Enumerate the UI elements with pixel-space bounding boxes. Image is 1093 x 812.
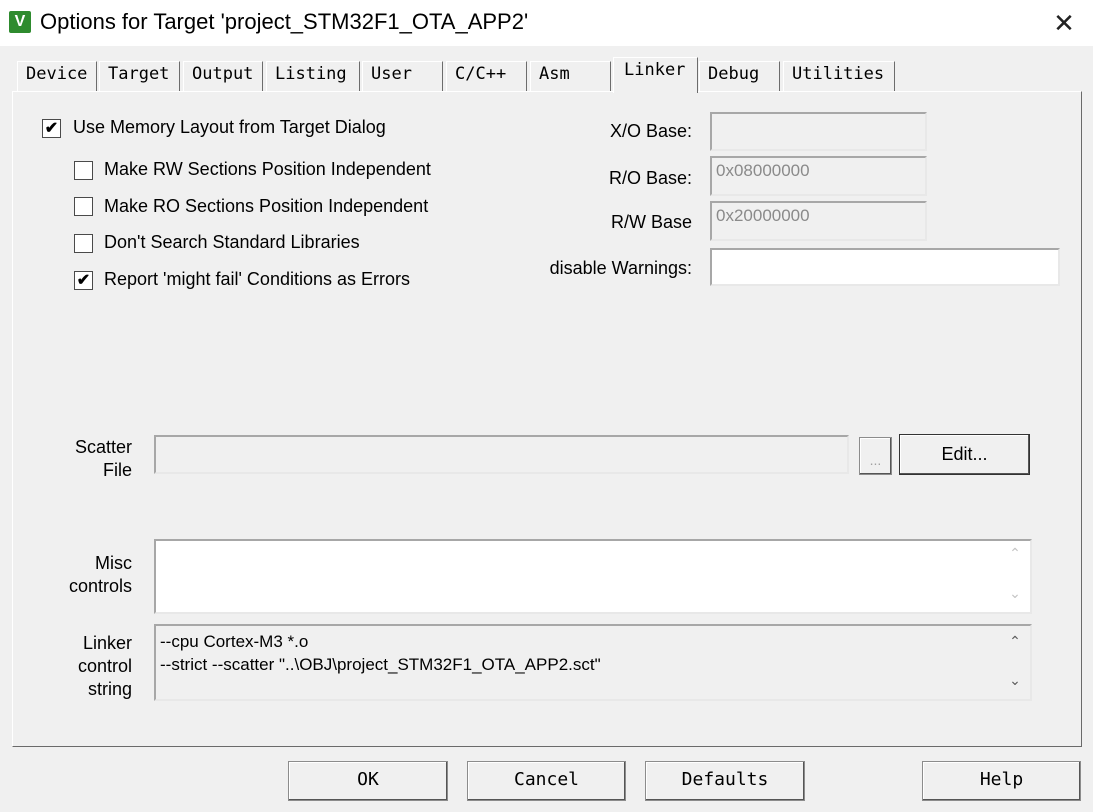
scatter-label-line1: Scatter: [74, 437, 132, 457]
disable-warnings-label: disable Warnings:: [549, 258, 692, 278]
defaults-button[interactable]: Defaults: [645, 761, 805, 801]
dont-search-libraries-checkbox[interactable]: [74, 234, 93, 253]
linker-control-string-field[interactable]: --cpu Cortex-M3 *.o --strict --scatter "…: [154, 624, 1032, 701]
xo-base-label: X/O Base:: [609, 121, 692, 141]
misc-scroll-up-icon[interactable]: ⌃: [1006, 545, 1024, 562]
tab-utilities[interactable]: Utilities: [783, 61, 895, 92]
window-title: Options for Target 'project_STM32F1_OTA_…: [40, 9, 529, 34]
linker-scroll-down-icon[interactable]: ⌄: [1006, 672, 1024, 689]
misc-label-line1: Misc: [95, 553, 132, 573]
disable-warnings-field[interactable]: [710, 248, 1060, 286]
rw-base-field[interactable]: 0x20000000: [710, 201, 927, 241]
linker-string-line2: --strict --scatter "..\OBJ\project_STM32…: [160, 655, 601, 674]
linker-label-line1: Linker: [82, 633, 132, 653]
tab-c-cpp[interactable]: C/C++: [446, 61, 527, 92]
ro-base-field[interactable]: 0x08000000: [710, 156, 927, 196]
linker-label-line2: control: [77, 656, 132, 676]
report-might-fail-label: Report 'might fail' Conditions as Errors: [104, 269, 410, 289]
misc-controls-label: Misc controls: [40, 552, 132, 598]
dont-search-libraries-label: Don't Search Standard Libraries: [104, 232, 360, 252]
linker-string-line1: --cpu Cortex-M3 *.o: [160, 632, 309, 651]
rw-position-independent-label: Make RW Sections Position Independent: [104, 159, 431, 179]
misc-scroll-down-icon[interactable]: ⌄: [1006, 585, 1024, 602]
misc-label-line2: controls: [68, 576, 132, 596]
tab-target[interactable]: Target: [99, 61, 180, 92]
ro-position-independent-checkbox[interactable]: [74, 197, 93, 216]
linker-control-string-label: Linker control string: [40, 632, 132, 701]
scatter-edit-button[interactable]: Edit...: [899, 434, 1030, 475]
tab-asm[interactable]: Asm: [530, 61, 611, 92]
xo-base-field[interactable]: [710, 112, 927, 151]
close-icon[interactable]: ✕: [1045, 6, 1083, 40]
scatter-file-field[interactable]: [154, 435, 849, 474]
ok-button[interactable]: OK: [288, 761, 448, 801]
ro-position-independent-label: Make RO Sections Position Independent: [104, 196, 429, 216]
tab-debug[interactable]: Debug: [699, 61, 780, 92]
use-memory-layout-checkbox[interactable]: ✔: [42, 119, 61, 138]
scatter-label-line2: File: [102, 460, 132, 480]
tab-output[interactable]: Output: [183, 61, 263, 92]
tab-user[interactable]: User: [362, 61, 443, 92]
help-button[interactable]: Help: [922, 761, 1081, 801]
rw-base-label: R/W Base: [610, 212, 692, 232]
tab-device[interactable]: Device: [17, 61, 97, 92]
tab-listing[interactable]: Listing: [266, 61, 360, 92]
rw-position-independent-checkbox[interactable]: [74, 161, 93, 180]
use-memory-layout-label: Use Memory Layout from Target Dialog: [73, 117, 386, 137]
tab-linker[interactable]: Linker: [613, 57, 698, 93]
scatter-browse-button[interactable]: ...: [859, 437, 892, 475]
cancel-button[interactable]: Cancel: [467, 761, 626, 801]
misc-controls-field[interactable]: [154, 539, 1032, 614]
linker-scroll-up-icon[interactable]: ⌃: [1006, 633, 1024, 650]
ro-base-label: R/O Base:: [608, 168, 692, 188]
scatter-file-label: Scatter File: [40, 436, 132, 482]
keil-app-icon: V: [9, 11, 31, 33]
report-might-fail-checkbox[interactable]: ✔: [74, 271, 93, 290]
linker-label-line3: string: [87, 679, 132, 699]
